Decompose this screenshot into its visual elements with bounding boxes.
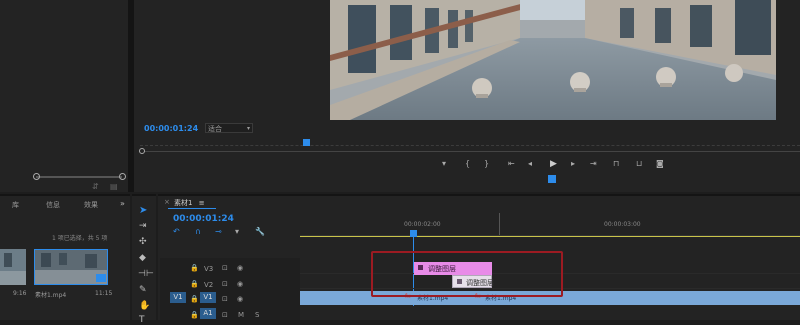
mark-in-icon[interactable]: { — [465, 159, 470, 168]
solo-button[interactable]: S — [255, 311, 259, 319]
slip-tool-icon[interactable]: ⊣⊢ — [138, 269, 154, 279]
linked-selection-icon[interactable]: ⊸ — [215, 227, 222, 236]
track-lane-a1[interactable] — [300, 306, 800, 320]
go-to-in-icon[interactable]: ⇤ — [508, 159, 515, 168]
eye-icon[interactable]: ◉ — [237, 280, 243, 288]
timeline-timecode[interactable]: 00:00:01:24 — [173, 214, 234, 224]
clip-duration: 9:16 — [13, 290, 27, 297]
source-patch-v1[interactable]: V1 — [170, 292, 186, 303]
selection-tool-icon[interactable]: ➤ — [139, 205, 147, 216]
wrench-icon[interactable]: 🔧 — [255, 227, 265, 236]
source-monitor-panel — [0, 0, 128, 192]
button-editor-icon[interactable] — [548, 175, 556, 183]
ruler-label: 00:00:03:00 — [604, 221, 641, 228]
clip-name: 素材1.mp4 — [35, 292, 67, 299]
lock-icon[interactable]: 🔒 — [190, 311, 199, 319]
program-timecode[interactable]: 00:00:01:24 — [144, 124, 198, 133]
add-marker-icon[interactable]: ▾ — [442, 159, 446, 168]
track-target-a1[interactable]: A1 — [200, 308, 216, 319]
timeline-playhead-icon[interactable] — [410, 230, 417, 237]
transport-controls: ▾ { } ⇤ ◂ ▶ ▸ ⇥ ⊓ ⊔ ◙ — [440, 159, 670, 171]
sync-lock-icon[interactable]: ⊡ — [222, 295, 228, 303]
program-scrubber-track[interactable] — [144, 151, 800, 152]
eye-icon[interactable]: ◉ — [237, 264, 243, 272]
extract-icon[interactable]: ⊔ — [636, 159, 642, 168]
ruler-label: 00:00:02:00 — [404, 221, 441, 228]
razor-tool-icon[interactable]: ◆ — [139, 253, 146, 263]
tab-library[interactable]: 库 — [12, 200, 19, 210]
fit-dropdown-label: 适合 — [208, 125, 222, 133]
settings-icon[interactable]: ▤ — [110, 182, 118, 191]
track-name-v1: V1 — [203, 293, 213, 301]
timeline-options: ↶ ∩ ⊸ ▾ 🔧 — [173, 227, 273, 239]
sequence-tab[interactable]: 素材1 ≡ — [174, 198, 205, 208]
tab-info[interactable]: 信息 — [46, 200, 60, 210]
program-video-frame — [330, 0, 776, 120]
eye-icon[interactable]: ◉ — [237, 295, 243, 303]
sync-lock-icon[interactable]: ⊡ — [222, 280, 228, 288]
lift-icon[interactable]: ⊓ — [613, 159, 619, 168]
type-tool-icon[interactable]: T — [139, 315, 145, 325]
scrubber-end-icon[interactable] — [119, 173, 126, 180]
lock-icon[interactable]: 🔒 — [190, 264, 199, 272]
clip-type-icon — [96, 274, 106, 282]
selection-info: 1 项已选择，共 5 项 — [52, 235, 108, 242]
ripple-edit-tool-icon[interactable]: ✣ — [139, 237, 147, 247]
add-marker-icon[interactable]: ▾ — [235, 227, 239, 236]
export-frame-icon[interactable]: ⇵ — [92, 182, 99, 191]
step-forward-icon[interactable]: ▸ — [571, 159, 575, 168]
sync-lock-icon[interactable]: ⊡ — [222, 264, 228, 272]
scrubber-start-icon[interactable] — [33, 173, 40, 180]
program-time-ruler[interactable] — [140, 143, 800, 146]
tab-menu-icon[interactable]: ≡ — [199, 199, 205, 207]
tab-effects[interactable]: 效果 — [84, 200, 98, 210]
timeline-ruler[interactable] — [300, 214, 800, 236]
sequence-tab-underline — [168, 208, 216, 209]
track-name-a1: A1 — [203, 309, 213, 317]
sync-lock-icon[interactable]: ⊡ — [222, 311, 228, 319]
source-monitor-scrubber[interactable] — [36, 176, 122, 178]
track-name-v2: V2 — [204, 281, 214, 289]
go-to-out-icon[interactable]: ⇥ — [590, 159, 597, 168]
program-playhead-icon[interactable] — [303, 139, 310, 146]
nest-icon[interactable]: ↶ — [173, 227, 180, 236]
snap-icon[interactable]: ∩ — [195, 227, 201, 236]
hand-tool-icon[interactable]: ✋ — [139, 301, 150, 311]
lock-icon[interactable]: 🔒 — [190, 280, 199, 288]
export-frame-icon[interactable]: ◙ — [656, 159, 664, 168]
pen-tool-icon[interactable]: ✎ — [139, 285, 147, 295]
chevron-down-icon: ▾ — [246, 125, 250, 132]
close-tab-icon[interactable]: × — [164, 198, 170, 206]
source-patch-label: V1 — [173, 293, 183, 301]
scrubber-start-icon[interactable] — [139, 148, 145, 154]
step-back-icon[interactable]: ◂ — [528, 159, 532, 168]
highlight-box — [371, 251, 563, 297]
track-name-v3: V3 — [204, 265, 214, 273]
sequence-tab-label: 素材1 — [174, 199, 193, 207]
ruler-tick — [499, 213, 500, 235]
clip-duration: 11:15 — [95, 290, 113, 297]
panel-overflow-icon[interactable]: » — [120, 199, 125, 208]
clip-thumbnail[interactable] — [0, 249, 26, 285]
tools-list: ➤ ⇥ ✣ ◆ ⊣⊢ ✎ ✋ T — [134, 205, 154, 325]
mark-out-icon[interactable]: } — [484, 159, 489, 168]
play-icon[interactable]: ▶ — [550, 159, 557, 169]
lock-icon[interactable]: 🔒 — [190, 295, 199, 303]
fit-dropdown[interactable]: 适合 ▾ — [205, 123, 253, 133]
track-headers — [160, 258, 300, 320]
work-area-bar[interactable] — [300, 236, 800, 237]
mute-button[interactable]: M — [238, 311, 244, 319]
track-target-v1[interactable]: V1 — [200, 292, 216, 303]
track-select-tool-icon[interactable]: ⇥ — [139, 221, 147, 231]
